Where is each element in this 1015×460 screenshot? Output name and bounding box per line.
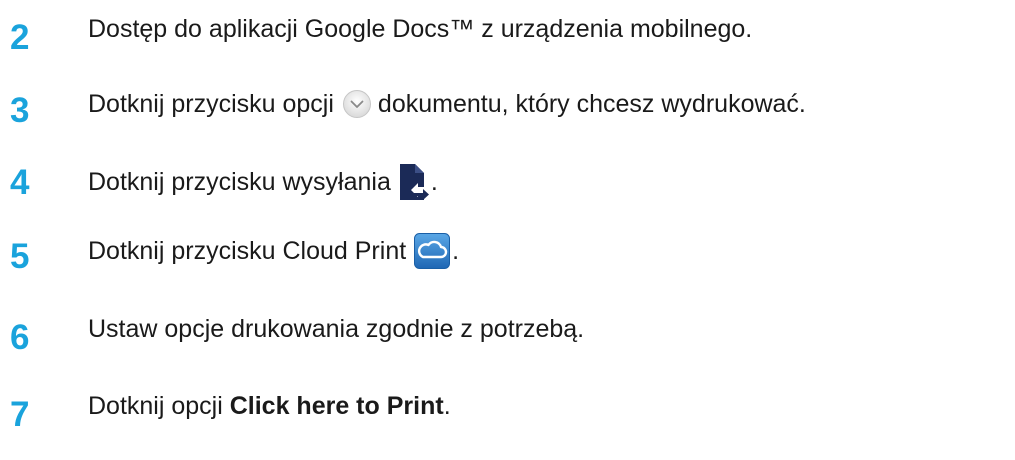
step-number: 2 bbox=[10, 18, 30, 57]
step-text-after: dokumentu, który chcesz wydrukować. bbox=[377, 90, 806, 118]
step-number: 5 bbox=[10, 237, 30, 276]
step-6: 6 Ustaw opcje drukowania zgodnie z potrz… bbox=[0, 308, 1015, 368]
step-text-body: Ustaw opcje drukowania zgodnie z potrzeb… bbox=[88, 315, 585, 343]
step-text-bold: Click here to Print bbox=[229, 392, 444, 420]
step-text: Dotknij przycisku opcji dokumentu, który… bbox=[88, 86, 806, 122]
options-circle-icon bbox=[342, 90, 371, 118]
step-text-before: Dotknij opcji bbox=[88, 392, 223, 420]
step-4: 4 Dotknij przycisku wysyłania . bbox=[0, 153, 1015, 213]
step-text-after: . bbox=[443, 392, 451, 420]
step-text-before: Dotknij przycisku wysyłania bbox=[88, 168, 391, 196]
step-number: 7 bbox=[10, 395, 30, 434]
step-text-after: . bbox=[430, 168, 438, 196]
step-7: 7 Dotknij opcji Click here to Print. bbox=[0, 385, 1015, 445]
step-text-after: . bbox=[452, 237, 460, 265]
step-3: 3 Dotknij przycisku opcji dokumentu, któ… bbox=[0, 81, 1015, 141]
step-text: Dotknij przycisku Cloud Print . bbox=[88, 233, 459, 269]
step-text: Dostęp do aplikacji Google Docs™ z urząd… bbox=[88, 11, 752, 47]
instruction-steps: 2 Dostęp do aplikacji Google Docs™ z urz… bbox=[0, 0, 1015, 460]
step-text: Dotknij opcji Click here to Print. bbox=[88, 388, 451, 424]
cloud-print-icon bbox=[414, 233, 451, 269]
send-document-icon bbox=[399, 164, 429, 200]
step-text: Ustaw opcje drukowania zgodnie z potrzeb… bbox=[88, 311, 584, 347]
step-text-before: Dotknij przycisku opcji bbox=[88, 90, 334, 118]
step-number: 4 bbox=[10, 163, 30, 202]
step-text-body: Dostęp do aplikacji Google Docs™ z urząd… bbox=[88, 15, 753, 43]
step-number: 6 bbox=[10, 318, 30, 357]
step-number: 3 bbox=[10, 91, 30, 130]
step-text: Dotknij przycisku wysyłania . bbox=[88, 163, 438, 201]
step-5: 5 Dotknij przycisku Cloud Print . bbox=[0, 227, 1015, 287]
step-text-before: Dotknij przycisku Cloud Print bbox=[88, 237, 407, 265]
step-2: 2 Dostęp do aplikacji Google Docs™ z urz… bbox=[0, 8, 1015, 68]
